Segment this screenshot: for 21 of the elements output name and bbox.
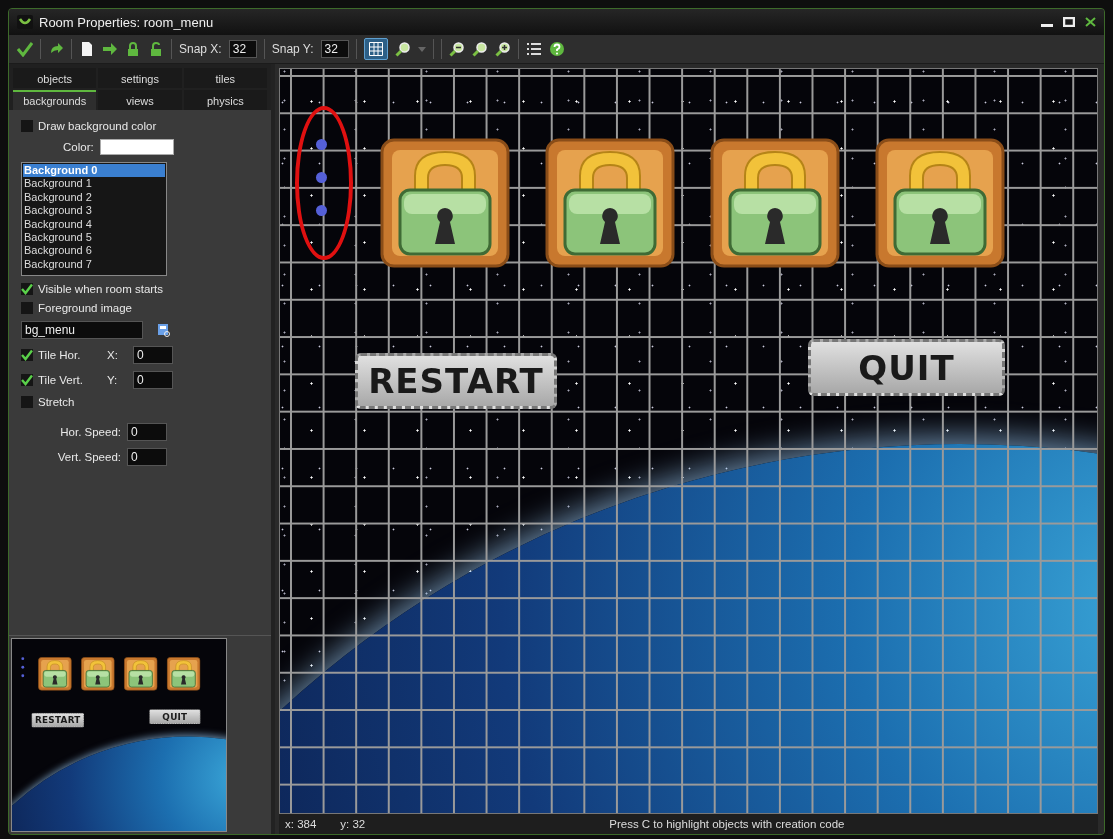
quit-button-sprite: QUIT — [808, 339, 1005, 396]
snap-x-label: Snap X: — [179, 42, 222, 56]
status-hint: Press C to highlight objects with creation code — [609, 818, 845, 830]
y-coordinate: y: 32 — [340, 818, 366, 830]
quit-button-sprite: QUIT — [149, 709, 201, 724]
checkbox-label: Tile Hor. — [38, 349, 81, 361]
restart-button-sprite: RESTART — [31, 712, 84, 728]
checkbox-label: Visible when room starts — [38, 283, 164, 295]
hor-speed-label: Hor. Speed: — [59, 426, 121, 438]
checkbox-label: Draw background color — [38, 120, 157, 132]
checkbox-label: Tile Vert. — [38, 374, 83, 386]
window-title: Room Properties: room_menu — [39, 14, 214, 30]
snap-y-label: Snap Y: — [271, 42, 314, 56]
x-label: X: — [107, 349, 119, 361]
y-label: Y: — [107, 374, 119, 386]
checkbox-label: Foreground image — [38, 302, 132, 314]
restart-button-sprite: RESTART — [355, 353, 557, 409]
color-label: Color: — [63, 141, 94, 153]
x-coordinate: x: 384 — [285, 818, 317, 830]
checkbox-label: Stretch — [38, 396, 75, 408]
vert-speed-label: Vert. Speed: — [56, 451, 121, 463]
